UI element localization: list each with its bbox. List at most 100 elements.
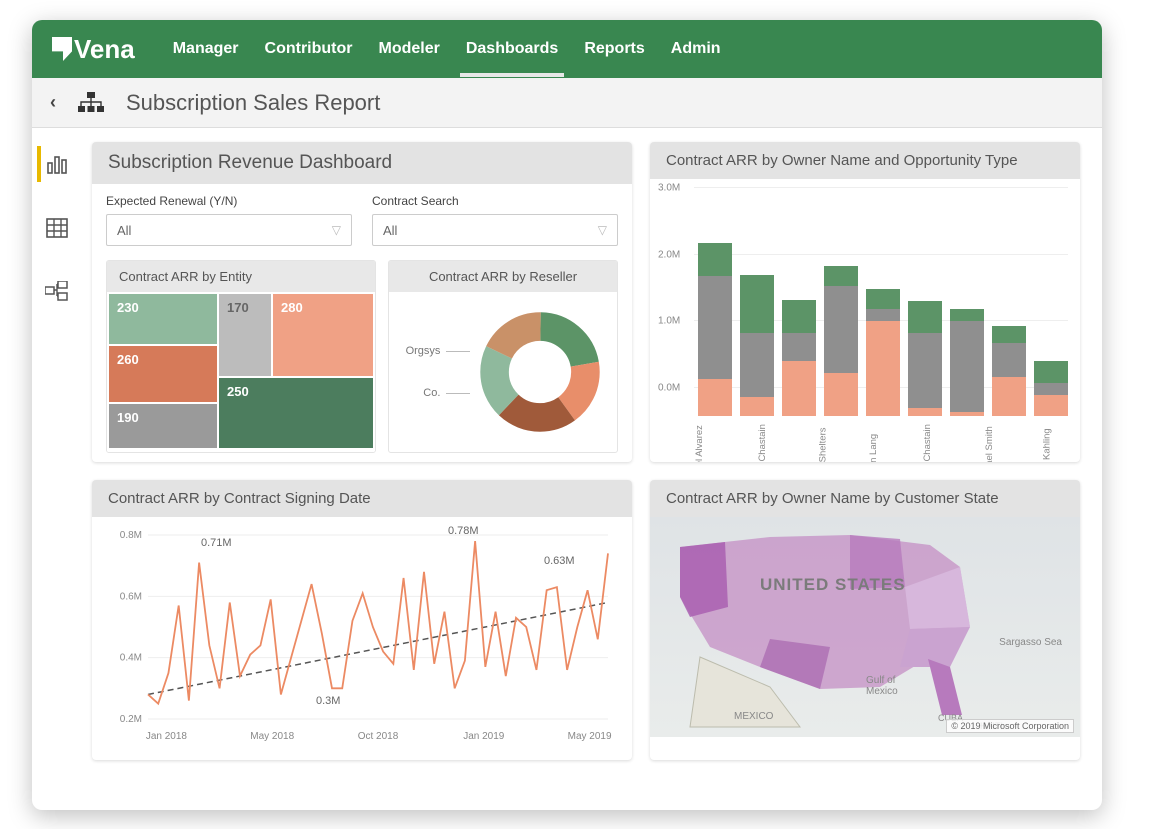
primary-nav: Manager Contributor Modeler Dashboards R… bbox=[173, 22, 721, 76]
map-svg bbox=[650, 517, 1080, 737]
bar-segment[interactable] bbox=[824, 286, 858, 373]
table-icon bbox=[46, 217, 68, 239]
ytick: 1.0M bbox=[658, 316, 680, 327]
chevron-down-icon: ▽ bbox=[332, 223, 341, 237]
svg-text:May 2018: May 2018 bbox=[250, 731, 294, 742]
sidebar-item-table[interactable] bbox=[39, 210, 75, 246]
nav-reports[interactable]: Reports bbox=[584, 22, 644, 76]
treemap-cell[interactable]: 280 bbox=[273, 294, 373, 376]
sidebar-item-tree[interactable] bbox=[39, 274, 75, 310]
bar-segment[interactable] bbox=[1034, 361, 1068, 383]
sidebar-item-charts[interactable] bbox=[37, 146, 73, 182]
bar-segment[interactable] bbox=[992, 343, 1026, 378]
card-state-map: Contract ARR by Owner Name by Customer S… bbox=[650, 480, 1080, 760]
nav-contributor[interactable]: Contributor bbox=[265, 22, 353, 76]
treemap-cell[interactable]: 190 bbox=[109, 404, 217, 448]
left-sidebar bbox=[32, 128, 82, 810]
map-country-label: UNITED STATES bbox=[760, 575, 906, 595]
panel-signing-title: Contract ARR by Contract Signing Date bbox=[92, 480, 632, 517]
brand-name: Vena bbox=[74, 34, 135, 65]
panel-entity-treemap: Contract ARR by Entity 230 260 190 170 2… bbox=[106, 260, 376, 453]
logo-icon bbox=[52, 37, 72, 61]
panel-state-title: Contract ARR by Owner Name by Customer S… bbox=[650, 480, 1080, 517]
donut-legend: Orgsys Co. bbox=[406, 345, 471, 399]
hierarchy-icon[interactable] bbox=[78, 92, 104, 114]
filter-search-select[interactable]: All ▽ bbox=[372, 214, 618, 246]
bar-segment[interactable] bbox=[698, 243, 732, 276]
svg-text:0.6M: 0.6M bbox=[120, 591, 142, 602]
nav-dashboards[interactable]: Dashboards bbox=[466, 22, 558, 76]
chevron-down-icon: ▽ bbox=[598, 223, 607, 237]
chart-annotation: 0.78M bbox=[448, 525, 479, 537]
filter-renewal-select[interactable]: All ▽ bbox=[106, 214, 352, 246]
bar-category-label: Rishi Kahling bbox=[1041, 428, 1080, 462]
map-label-mexico: MEXICO bbox=[734, 711, 773, 722]
line-chart[interactable]: 0.2M 0.4M 0.6M 0.8M Jan 2018 May 2018 Oct 2018… bbox=[106, 527, 618, 747]
card-signing-line: Contract ARR by Contract Signing Date 0.… bbox=[92, 480, 632, 760]
svg-text:0.2M: 0.2M bbox=[120, 714, 142, 725]
dashboard-grid: Subscription Revenue Dashboard Expected … bbox=[82, 128, 1102, 810]
filter-renewal-value: All bbox=[117, 223, 131, 238]
svg-text:Jan 2019: Jan 2019 bbox=[463, 731, 505, 742]
card-owner-bars: Contract ARR by Owner Name and Opportuni… bbox=[650, 142, 1080, 462]
bar-segment[interactable] bbox=[908, 301, 942, 333]
svg-text:May 2019: May 2019 bbox=[568, 731, 612, 742]
map-label-gulf: Gulf of Mexico bbox=[866, 675, 898, 697]
bar-segment[interactable] bbox=[950, 309, 984, 321]
page-title: Subscription Sales Report bbox=[126, 90, 380, 116]
card-title: Subscription Revenue Dashboard bbox=[92, 142, 632, 184]
panel-owner-title: Contract ARR by Owner Name and Opportuni… bbox=[650, 142, 1080, 179]
bar-segment[interactable] bbox=[740, 333, 774, 398]
bar[interactable] bbox=[698, 243, 732, 416]
donut-chart[interactable] bbox=[480, 312, 600, 432]
map-credit: © 2019 Microsoft Corporation bbox=[946, 719, 1074, 733]
breadcrumb-bar: ‹ Subscription Sales Report bbox=[32, 78, 1102, 128]
bar-segment[interactable] bbox=[866, 309, 900, 321]
nav-admin[interactable]: Admin bbox=[671, 22, 721, 76]
ytick: 2.0M bbox=[658, 249, 680, 260]
bar-segment[interactable] bbox=[992, 326, 1026, 343]
nav-modeler[interactable]: Modeler bbox=[379, 22, 440, 76]
svg-text:0.8M: 0.8M bbox=[120, 530, 142, 541]
svg-text:Jan 2018: Jan 2018 bbox=[146, 731, 188, 742]
treemap-cell[interactable]: 170 bbox=[219, 294, 271, 376]
panel-reseller-title: Contract ARR by Reseller bbox=[389, 261, 617, 292]
panel-entity-title: Contract ARR by Entity bbox=[107, 261, 375, 292]
bar-category-label: Kevin Chastain bbox=[922, 424, 992, 462]
treemap-cell[interactable]: 230 bbox=[109, 294, 217, 344]
app-window: Vena Manager Contributor Modeler Dashboa… bbox=[32, 20, 1102, 810]
treemap-icon bbox=[45, 281, 69, 303]
brand-logo: Vena bbox=[52, 34, 135, 65]
treemap-cell[interactable]: 250 bbox=[219, 378, 373, 448]
donut-label: Orgsys bbox=[406, 345, 441, 357]
top-nav-bar: Vena Manager Contributor Modeler Dashboa… bbox=[32, 20, 1102, 78]
back-button[interactable]: ‹ bbox=[50, 92, 56, 113]
bar-category-label: Kevin Chastain bbox=[757, 424, 827, 462]
chart-annotation: 0.63M bbox=[544, 555, 575, 567]
svg-text:0.4M: 0.4M bbox=[120, 653, 142, 664]
bar-segment[interactable] bbox=[698, 276, 732, 379]
treemap-chart[interactable]: 230 260 190 170 250 280 bbox=[107, 292, 375, 452]
bar-segment[interactable] bbox=[782, 333, 816, 361]
main-body: Subscription Revenue Dashboard Expected … bbox=[32, 128, 1102, 810]
bar-segment[interactable] bbox=[782, 300, 816, 333]
stacked-bar-chart[interactable]: 3.0M 2.0M 1.0M 0.0M Miguel AlvarezKevin … bbox=[656, 187, 1074, 456]
panel-reseller-donut: Contract ARR by Reseller Orgsys Co. bbox=[388, 260, 618, 453]
card-subscription-revenue: Subscription Revenue Dashboard Expected … bbox=[92, 142, 632, 462]
chart-annotation: 0.71M bbox=[201, 537, 232, 549]
bar-segment[interactable] bbox=[866, 289, 900, 309]
ytick: 0.0M bbox=[658, 383, 680, 394]
donut-label: Co. bbox=[423, 387, 440, 399]
bar-category-label: Miguel Alvarez bbox=[694, 425, 764, 462]
nav-manager[interactable]: Manager bbox=[173, 22, 239, 76]
bar-segment[interactable] bbox=[740, 275, 774, 333]
svg-text:Oct 2018: Oct 2018 bbox=[358, 731, 399, 742]
filter-search-value: All bbox=[383, 223, 397, 238]
bar-chart-icon bbox=[46, 153, 68, 175]
bar-segment[interactable] bbox=[824, 266, 858, 286]
filter-renewal-label: Expected Renewal (Y/N) bbox=[106, 194, 352, 208]
treemap-cell[interactable]: 260 bbox=[109, 346, 217, 402]
map-label-sargasso: Sargasso Sea bbox=[999, 637, 1062, 648]
us-choropleth-map[interactable]: UNITED STATES MEXICO Sargasso Sea Gulf o… bbox=[650, 517, 1080, 737]
ytick: 3.0M bbox=[658, 183, 680, 194]
